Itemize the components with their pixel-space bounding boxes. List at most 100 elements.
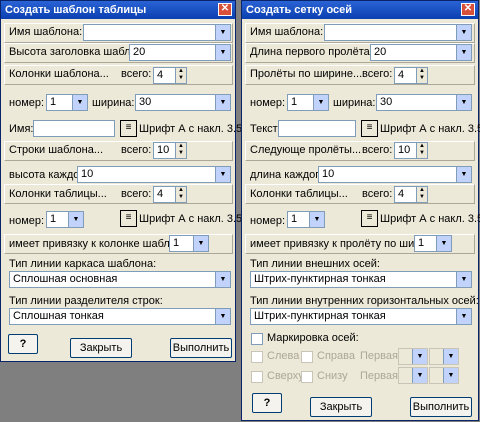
width-combo[interactable]: 30 ▼ [376, 94, 472, 111]
each-length-label: длина каждого: [250, 169, 329, 181]
close-icon[interactable]: ✕ [461, 3, 475, 16]
binding-combo[interactable]: 1 ▼ [169, 235, 209, 252]
width-label: ширина: [92, 97, 135, 109]
spin-arrows-icon[interactable]: ▲ ▼ [416, 68, 427, 83]
first2-select[interactable]: ▼ [398, 367, 428, 384]
template-rows-label: Строки шаблона... [9, 144, 103, 156]
total-label: всего: [362, 68, 393, 80]
title-bar[interactable]: Создать шаблон таблицы ✕ [1, 1, 235, 19]
font-settings-icon[interactable]: ≡ [361, 120, 378, 137]
top-checkbox[interactable] [251, 371, 263, 383]
spin-arrows-icon[interactable]: ▲ ▼ [416, 187, 427, 202]
header-height-label: Высота заголовка шаблона [9, 46, 149, 58]
chevron-down-icon[interactable]: ▼ [215, 272, 230, 287]
top-checkbox-label: Сверху [267, 370, 304, 382]
font-settings-icon[interactable]: ≡ [361, 210, 378, 227]
first-label: Первая: [360, 350, 401, 362]
chevron-down-icon[interactable]: ▼ [215, 25, 230, 40]
inner-axes-combo[interactable]: Штрих-пунктирная тонкая ▼ [250, 308, 472, 325]
chevron-down-icon[interactable]: ▼ [443, 368, 458, 383]
help-button[interactable]: ? [252, 393, 282, 413]
font-settings-icon[interactable]: ≡ [120, 120, 137, 137]
chevron-down-icon[interactable]: ▼ [215, 167, 230, 182]
spin-arrows-icon[interactable]: ▲ ▼ [175, 143, 186, 158]
chevron-down-icon[interactable]: ▼ [456, 309, 471, 324]
template-rows-total-spinner[interactable]: 10 ▲ ▼ [153, 142, 187, 159]
table-columns-total-spinner[interactable]: 4 ▲ ▼ [394, 186, 428, 203]
run-button[interactable]: Выполнить [170, 338, 232, 358]
font-info: Шрифт А с накл. 3.5 [139, 213, 243, 225]
text-input[interactable] [278, 120, 356, 137]
chevron-down-icon[interactable]: ▼ [215, 45, 230, 60]
first-select-2[interactable]: ▼ [429, 348, 459, 365]
number-combo[interactable]: 1 ▼ [46, 94, 88, 111]
chevron-down-icon[interactable]: ▼ [72, 95, 87, 110]
row-separator-combo[interactable]: Сплошная тонкая ▼ [9, 308, 231, 325]
header-height-combo[interactable]: 20 ▼ [129, 44, 231, 61]
number-combo[interactable]: 1 ▼ [287, 94, 329, 111]
help-button[interactable]: ? [8, 334, 38, 354]
chevron-down-icon[interactable]: ▼ [412, 349, 427, 364]
bottom-checkbox[interactable] [301, 371, 313, 383]
chevron-down-icon[interactable]: ▼ [443, 349, 458, 364]
chevron-down-icon[interactable]: ▼ [193, 236, 208, 251]
binding-label: имеет привязку к колонке шаблона: [9, 238, 192, 250]
first-span-combo[interactable]: 20 ▼ [370, 44, 472, 61]
template-name-combo[interactable]: ▼ [324, 24, 472, 41]
name-input[interactable] [33, 120, 115, 137]
next-spans-label: Следующе пролёты... [250, 144, 362, 156]
font-info: Шрифт А с накл. 3.5 [380, 123, 480, 135]
chevron-down-icon[interactable]: ▼ [456, 167, 471, 182]
width-combo[interactable]: 30 ▼ [135, 94, 231, 111]
axis-marking-checkbox[interactable] [251, 333, 263, 345]
chevron-down-icon[interactable]: ▼ [436, 236, 451, 251]
table-columns-total-spinner[interactable]: 4 ▲ ▼ [153, 186, 187, 203]
chevron-down-icon[interactable]: ▼ [412, 368, 427, 383]
row-separator-label: Тип линии разделителя строк: [9, 295, 163, 307]
each-length-combo[interactable]: 10 ▼ [318, 166, 472, 183]
outer-axes-combo[interactable]: Штрих-пунктирная тонкая ▼ [250, 271, 472, 288]
close-icon[interactable]: ✕ [218, 3, 232, 16]
first-select[interactable]: ▼ [398, 348, 428, 365]
template-columns-label: Колонки шаблона... [9, 68, 109, 80]
spin-arrows-icon[interactable]: ▲ ▼ [175, 187, 186, 202]
left-checkbox[interactable] [251, 351, 263, 363]
each-height-combo[interactable]: 10 ▼ [77, 166, 231, 183]
binding-combo[interactable]: 1 ▼ [414, 235, 452, 252]
template-columns-total-spinner[interactable]: 4 ▲ ▼ [153, 67, 187, 84]
create-table-template-dialog: Создать шаблон таблицы ✕ Имя шаблона: ▼ … [0, 0, 242, 362]
chevron-down-icon[interactable]: ▼ [313, 95, 328, 110]
number2-combo[interactable]: 1 ▼ [46, 211, 84, 228]
chevron-down-icon[interactable]: ▼ [309, 212, 324, 227]
inner-axes-label: Тип линии внутренних горизонтальных осей… [250, 295, 479, 307]
table-columns-label: Колонки таблицы... [250, 188, 348, 200]
title-bar[interactable]: Создать сетку осей ✕ [242, 1, 478, 19]
number2-label: номер: [9, 215, 45, 227]
bottom-checkbox-label: Снизу [317, 370, 348, 382]
spin-arrows-icon[interactable]: ▲ ▼ [175, 68, 186, 83]
font-settings-icon[interactable]: ≡ [120, 210, 137, 227]
chevron-down-icon[interactable]: ▼ [68, 212, 83, 227]
run-button[interactable]: Выполнить [410, 397, 472, 417]
chevron-down-icon[interactable]: ▼ [215, 95, 230, 110]
close-button[interactable]: Закрыть [70, 338, 132, 358]
number-label: номер: [9, 97, 45, 109]
number2-combo[interactable]: 1 ▼ [287, 211, 325, 228]
close-button[interactable]: Закрыть [310, 397, 372, 417]
frame-line-combo[interactable]: Сплошная основная ▼ [9, 271, 231, 288]
right-checkbox-label: Справа [317, 350, 355, 362]
next-spans-total-spinner[interactable]: 10 ▲ ▼ [394, 142, 428, 159]
chevron-down-icon[interactable]: ▼ [456, 95, 471, 110]
spin-arrows-icon[interactable]: ▲ ▼ [416, 143, 427, 158]
chevron-down-icon[interactable]: ▼ [456, 25, 471, 40]
dialog-title: Создать шаблон таблицы [5, 4, 147, 16]
frame-line-label: Тип линии каркаса шаблона: [9, 258, 157, 270]
chevron-down-icon[interactable]: ▼ [456, 272, 471, 287]
spans-width-total-spinner[interactable]: 4 ▲ ▼ [394, 67, 428, 84]
template-name-combo[interactable]: ▼ [83, 24, 231, 41]
right-checkbox[interactable] [301, 351, 313, 363]
first2-select-2[interactable]: ▼ [429, 367, 459, 384]
chevron-down-icon[interactable]: ▼ [215, 309, 230, 324]
dialog-title: Создать сетку осей [246, 4, 353, 16]
chevron-down-icon[interactable]: ▼ [456, 45, 471, 60]
